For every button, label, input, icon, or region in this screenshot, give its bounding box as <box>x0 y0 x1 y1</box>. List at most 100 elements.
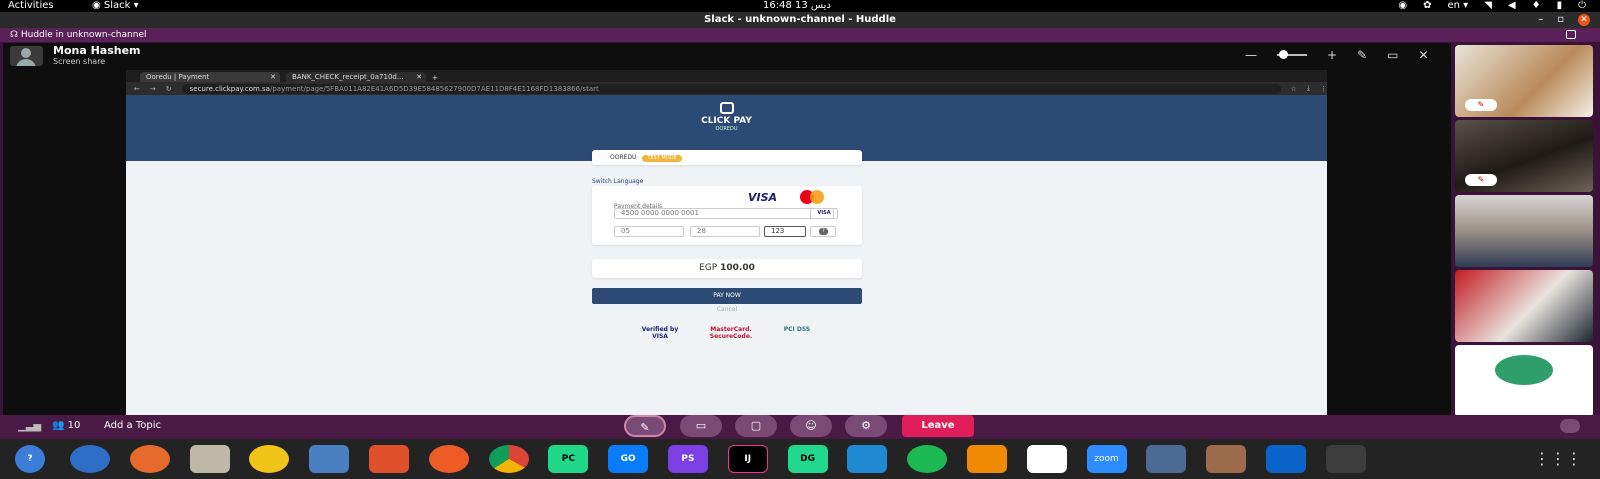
close-icon[interactable]: ✕ <box>1578 14 1590 26</box>
draw-off-icon[interactable]: ✎ <box>1357 48 1367 62</box>
vscode-icon[interactable] <box>847 445 888 473</box>
maximize-icon[interactable]: ▫ <box>1557 12 1564 28</box>
terminal-icon[interactable] <box>1325 445 1366 473</box>
muted-mic-icon: ✎ <box>1465 99 1497 111</box>
participants-count[interactable]: 👥 10 <box>52 420 80 431</box>
language-tray-icon[interactable]: ✿ <box>1423 0 1431 12</box>
amount-value: 100.00 <box>720 263 755 273</box>
datagrip-icon[interactable]: DG <box>787 445 828 473</box>
reload-icon[interactable]: ↻ <box>166 85 172 93</box>
status-badge: TEST MODE <box>642 155 682 162</box>
address-bar[interactable]: secure.clickpay.com.sa/payment/page/5FBA… <box>181 83 1281 94</box>
forward-icon[interactable]: → <box>150 85 156 93</box>
add-topic-button[interactable]: Add a Topic <box>104 420 161 431</box>
presenter-info: Mona Hashem Screen share <box>10 44 141 68</box>
browser-tab[interactable]: Ooredu | Payment ✕ <box>140 72 280 82</box>
presenter-status: Screen share <box>53 57 106 66</box>
muted-mic-icon: ✎ <box>1465 174 1497 186</box>
switch-language-link[interactable]: Switch Language <box>592 178 643 185</box>
writer-icon[interactable] <box>309 445 350 473</box>
help-app-icon[interactable]: ? <box>15 445 45 473</box>
show-apps-icon[interactable]: ⋮⋮⋮ <box>1534 449 1582 468</box>
emoji-icon: ☺ <box>805 419 817 432</box>
thunderbird-icon[interactable] <box>70 445 110 473</box>
security-seals: Verified by VISA MasterCard. SecureCode. P… <box>626 326 826 340</box>
seal-mc-line-2: SecureCode. <box>709 333 753 340</box>
app-menu[interactable]: ◉ Slack ▾ <box>92 0 139 12</box>
participant-video[interactable]: ✎ <box>1455 45 1593 117</box>
popout-icon[interactable] <box>1566 30 1576 39</box>
intellij-icon[interactable]: IJ <box>727 445 768 473</box>
chat-icon[interactable] <box>1560 419 1580 433</box>
new-tab-icon[interactable]: + <box>432 74 438 82</box>
star-icon[interactable]: ☆ <box>1291 85 1297 93</box>
cancel-link[interactable]: Cancel <box>592 306 862 313</box>
firefox-icon[interactable] <box>129 445 170 473</box>
participant-video[interactable]: ✎ <box>1455 120 1593 192</box>
video-toggle[interactable]: ▭ <box>680 415 722 437</box>
currency: EGP <box>699 263 718 273</box>
close-share-icon[interactable]: ✕ <box>1418 48 1428 62</box>
expiry-month-field[interactable]: 05 <box>614 226 684 237</box>
download-icon[interactable]: ⤓ <box>1307 84 1310 93</box>
cvv-help-icon[interactable] <box>810 226 836 237</box>
close-tab-icon[interactable]: ✕ <box>270 72 276 82</box>
slack-icon[interactable] <box>1026 445 1067 473</box>
goland-label: GO <box>620 454 636 464</box>
outlook-icon[interactable] <box>1265 445 1306 473</box>
microphone-icon: ♦ <box>1531 0 1541 11</box>
reactions-button[interactable]: ☺ <box>790 415 832 437</box>
zoom-icon[interactable]: zoom <box>1086 445 1127 473</box>
expiry-year-field[interactable]: 28 <box>690 226 760 237</box>
chrome-tray-icon[interactable]: ◉ <box>1398 0 1407 12</box>
headphones-icon: ☊ <box>10 30 21 40</box>
spotify-icon[interactable] <box>907 445 948 473</box>
activities-button[interactable]: Activities <box>8 0 54 12</box>
remote-desktop-icon[interactable] <box>1146 445 1187 473</box>
participant-video[interactable] <box>1455 195 1593 267</box>
goland-icon[interactable]: GO <box>608 445 649 473</box>
zoom-out-icon[interactable]: — <box>1245 48 1257 62</box>
close-tab-icon[interactable]: ✕ <box>416 72 422 82</box>
system-tray[interactable]: ◉ ✿ en ▾ ◥ ◀ ♦ ▮ ⏻ <box>1398 0 1586 12</box>
seal-visa-line-2: VISA <box>652 333 668 340</box>
vlc-icon[interactable] <box>966 445 1007 473</box>
signal-icon: ▁▃▅ <box>18 421 42 432</box>
fit-window-icon[interactable]: ▭ <box>1387 48 1398 62</box>
postman-icon[interactable] <box>428 445 469 473</box>
pycharm-icon[interactable]: PC <box>548 445 589 473</box>
help-app-label: ? <box>27 454 33 464</box>
window-titlebar: Slack - unknown-channel - Huddle – ▫ ✕ <box>0 12 1600 28</box>
clock[interactable]: 16:48 13 دیس <box>763 0 831 12</box>
leave-button[interactable]: Leave <box>902 415 974 437</box>
files-icon[interactable] <box>189 445 230 473</box>
minimize-icon[interactable]: – <box>1538 12 1543 28</box>
mute-toggle[interactable]: ✎ <box>624 415 666 437</box>
participant-avatar-tile[interactable] <box>1455 345 1593 417</box>
settings-button[interactable]: ⚙ <box>845 415 887 437</box>
input-language[interactable]: en ▾ <box>1447 0 1468 12</box>
huddle-controls: ▁▃▅ 👥 10 Add a Topic ✎ ▭ ▢ ☺ ⚙ Leave <box>0 415 1600 439</box>
menu-icon[interactable]: ⋮ <box>1320 85 1327 93</box>
zoom-in-icon[interactable]: + <box>1327 48 1337 62</box>
pay-now-button[interactable]: PAY NOW <box>592 288 862 304</box>
avatar <box>10 46 43 66</box>
participant-video[interactable] <box>1455 270 1593 342</box>
input-language-label: en <box>1447 0 1460 11</box>
software-icon[interactable] <box>368 445 409 473</box>
screen-share-toggle[interactable]: ▢ <box>735 415 777 437</box>
zoom-slider[interactable] <box>1277 50 1307 59</box>
gear-icon: ⚙ <box>861 419 871 432</box>
card-number-field[interactable]: 4500 0000 0000 0001 <box>614 208 834 219</box>
phpstorm-icon[interactable]: PS <box>667 445 708 473</box>
screenshot-icon[interactable] <box>1206 445 1247 473</box>
payment-details-card: VISA Payment details 4500 0000 0000 0001… <box>592 186 862 245</box>
back-icon[interactable]: ← <box>134 85 140 93</box>
pci-dss-seal: PCI DSS <box>783 326 811 333</box>
rhythmbox-icon[interactable] <box>249 445 290 473</box>
browser-tab[interactable]: BANK_CHECK_receipt_0a710d... ✕ <box>286 72 426 82</box>
cvv-field[interactable]: 123 <box>764 226 806 237</box>
browser-tab-label: BANK_CHECK_receipt_0a710d... <box>292 73 404 81</box>
chrome-icon[interactable] <box>488 445 529 473</box>
mastercard-logo <box>800 190 830 204</box>
